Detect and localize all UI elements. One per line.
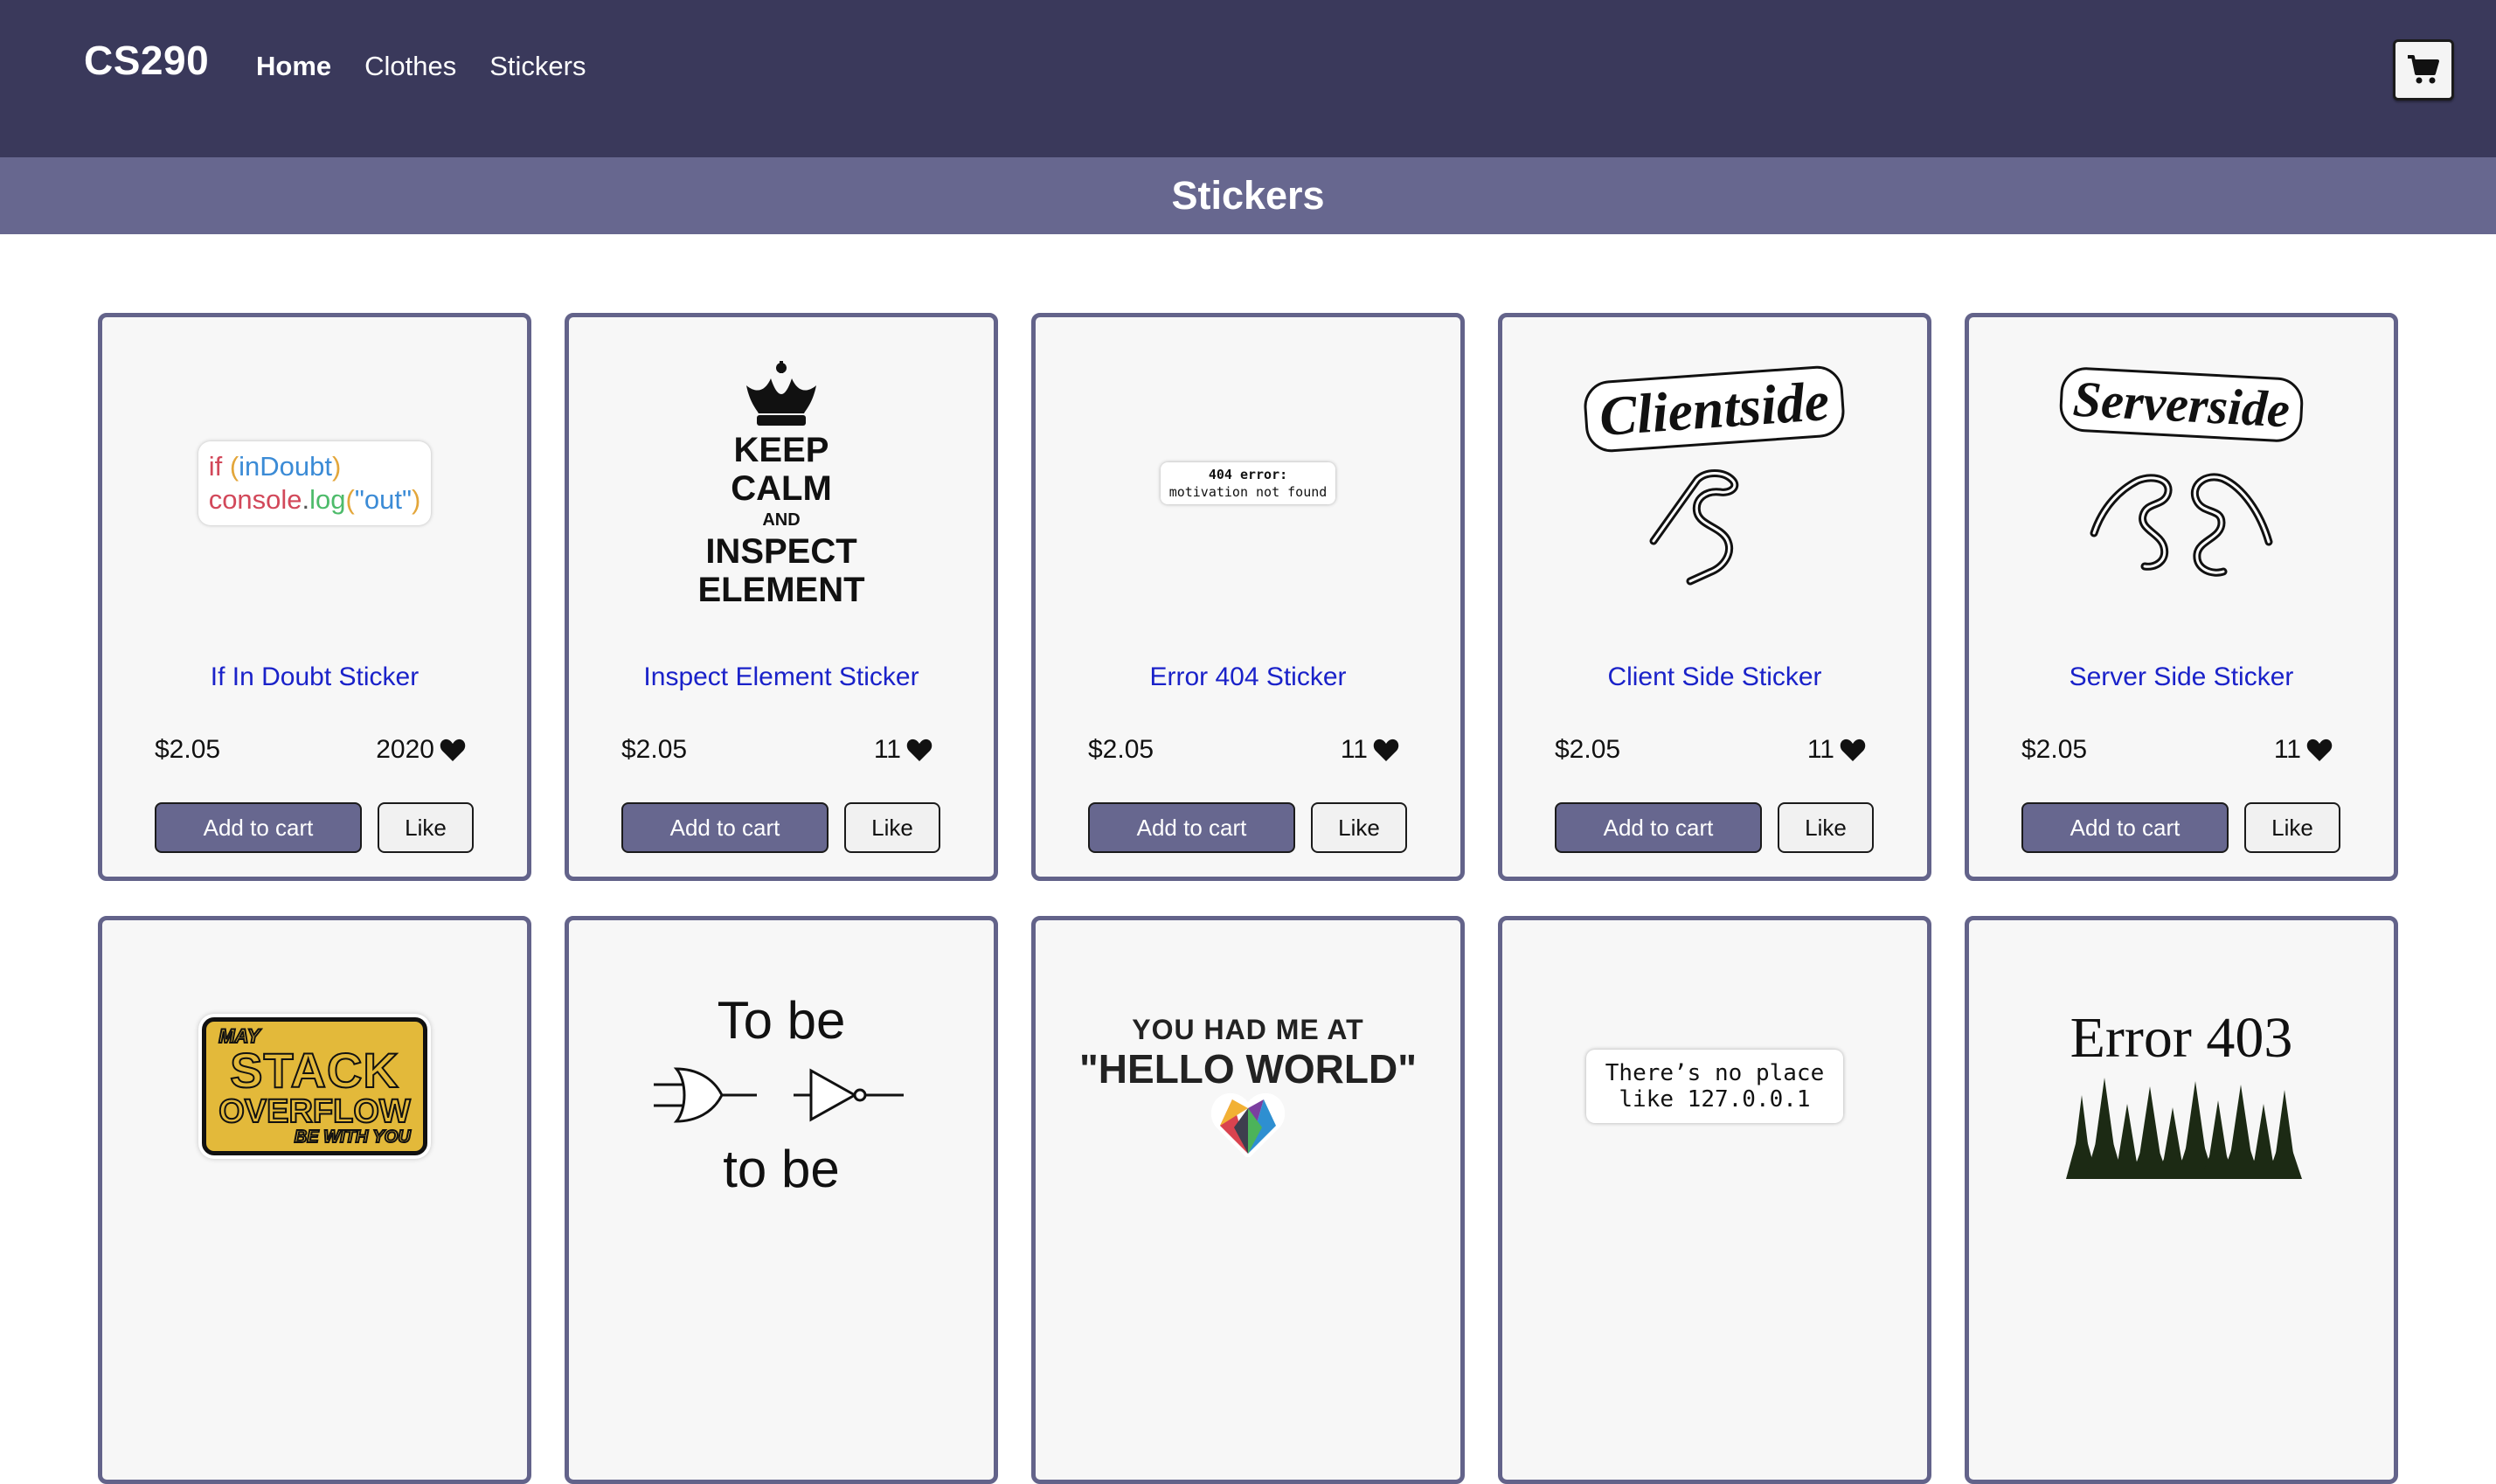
like-count-value: 11 <box>1340 735 1368 764</box>
like-count: 11 <box>874 735 933 765</box>
product-price: $2.05 <box>2021 735 2088 764</box>
heart-icon <box>906 739 933 761</box>
product-image[interactable]: 404 error: motivation not found <box>1036 352 1460 614</box>
product-card: To be to be <box>565 916 998 1484</box>
product-price: $2.05 <box>155 735 221 764</box>
like-button[interactable]: Like <box>378 802 474 853</box>
product-card: Clientside Client Side Sticker $2.05 11 … <box>1498 313 1931 881</box>
like-count: 11 <box>2274 735 2333 765</box>
like-button[interactable]: Like <box>1778 802 1874 853</box>
nav-links: Home Clothes Stickers <box>256 51 586 82</box>
if-in-doubt-sticker: if (inDoubt) console.log("out") <box>198 441 432 525</box>
product-image[interactable]: Serverside <box>1969 352 2394 614</box>
product-card: KEEP CALM AND INSPECT ELEMENT Inspect El… <box>565 313 998 881</box>
nav-home[interactable]: Home <box>256 51 331 82</box>
product-image[interactable]: To be to be <box>569 947 994 1244</box>
clientside-sticker: Clientside <box>1582 364 1848 593</box>
like-count: 2020 <box>376 735 466 765</box>
cart-button[interactable] <box>2393 39 2454 101</box>
navbar: CS290 Home Clothes Stickers <box>0 0 2496 157</box>
serverside-sticker: Serverside <box>2058 365 2305 594</box>
hand-gesture-icon <box>1649 469 1739 586</box>
heart-icon <box>1840 739 1866 761</box>
like-count-value: 2020 <box>376 735 434 764</box>
like-count: 11 <box>1341 735 1399 765</box>
like-count: 11 <box>1807 735 1866 765</box>
product-card: Error 403 <box>1965 916 2398 1484</box>
product-card: MAY STACK OVERFLOW BE WITH YOU <box>98 916 531 1484</box>
product-title[interactable]: Inspect Element Sticker <box>569 662 994 692</box>
product-card: Serverside Server Side Sticker $2.05 11 … <box>1965 313 2398 881</box>
forest-trees-icon <box>2066 1078 2302 1179</box>
error-403-sticker: Error 403 <box>2059 1008 2304 1182</box>
hands-gesture-icon <box>2090 473 2273 577</box>
logic-gates-icon <box>654 1067 904 1123</box>
heart-icon <box>2306 739 2333 761</box>
error-404-sticker: 404 error: motivation not found <box>1160 462 1336 504</box>
heart-mosaic-icon <box>1210 1092 1285 1157</box>
product-price: $2.05 <box>1088 735 1154 764</box>
product-grid: if (inDoubt) console.log("out") If In Do… <box>98 313 2400 1484</box>
to-be-logic-gates-sticker: To be to be <box>650 990 912 1200</box>
product-card: 404 error: motivation not found Error 40… <box>1031 313 1465 881</box>
section-banner: Stickers <box>0 157 2496 234</box>
like-button[interactable]: Like <box>2244 802 2340 853</box>
section-title: Stickers <box>1171 173 1325 218</box>
like-count-value: 11 <box>1806 735 1834 764</box>
crown-icon <box>746 361 816 426</box>
brand-logo[interactable]: CS290 <box>84 37 209 84</box>
add-to-cart-button[interactable]: Add to cart <box>155 802 362 853</box>
product-card: if (inDoubt) console.log("out") If In Do… <box>98 313 531 881</box>
add-to-cart-button[interactable]: Add to cart <box>1555 802 1762 853</box>
product-title[interactable]: If In Doubt Sticker <box>102 662 527 692</box>
product-image[interactable]: YOU HAD ME AT "HELLO WORLD" <box>1036 955 1460 1217</box>
keep-calm-sticker: KEEP CALM AND INSPECT ELEMENT <box>697 359 865 607</box>
nav-clothes[interactable]: Clothes <box>364 51 456 82</box>
product-image[interactable]: MAY STACK OVERFLOW BE WITH YOU <box>102 955 527 1217</box>
heart-icon <box>1373 739 1399 761</box>
product-price: $2.05 <box>1555 735 1621 764</box>
nav-stickers[interactable]: Stickers <box>489 51 586 82</box>
like-button[interactable]: Like <box>844 802 940 853</box>
product-image[interactable]: KEEP CALM AND INSPECT ELEMENT <box>569 352 994 614</box>
shopping-cart-icon <box>2408 55 2439 84</box>
add-to-cart-button[interactable]: Add to cart <box>2021 802 2229 853</box>
add-to-cart-button[interactable]: Add to cart <box>621 802 829 853</box>
product-card: YOU HAD ME AT "HELLO WORLD" <box>1031 916 1465 1484</box>
product-card: There’s no place like 127.0.0.1 <box>1498 916 1931 1484</box>
product-title[interactable]: Error 404 Sticker <box>1036 662 1460 692</box>
product-image[interactable]: There’s no place like 127.0.0.1 <box>1502 955 1927 1217</box>
product-title[interactable]: Client Side Sticker <box>1502 662 1927 692</box>
product-image[interactable]: Error 403 <box>1969 964 2394 1226</box>
product-image[interactable]: Clientside <box>1502 352 1927 614</box>
hello-world-sticker: YOU HAD ME AT "HELLO WORLD" <box>1079 1016 1417 1157</box>
like-button[interactable]: Like <box>1311 802 1407 853</box>
localhost-sticker: There’s no place like 127.0.0.1 <box>1585 1050 1844 1123</box>
product-title[interactable]: Server Side Sticker <box>1969 662 2394 692</box>
product-price: $2.05 <box>621 735 688 764</box>
product-image[interactable]: if (inDoubt) console.log("out") <box>102 352 527 614</box>
like-count-value: 11 <box>2273 735 2301 764</box>
stack-overflow-sticker: MAY STACK OVERFLOW BE WITH YOU <box>202 1017 427 1155</box>
heart-icon <box>440 739 466 761</box>
like-count-value: 11 <box>873 735 901 764</box>
add-to-cart-button[interactable]: Add to cart <box>1088 802 1295 853</box>
